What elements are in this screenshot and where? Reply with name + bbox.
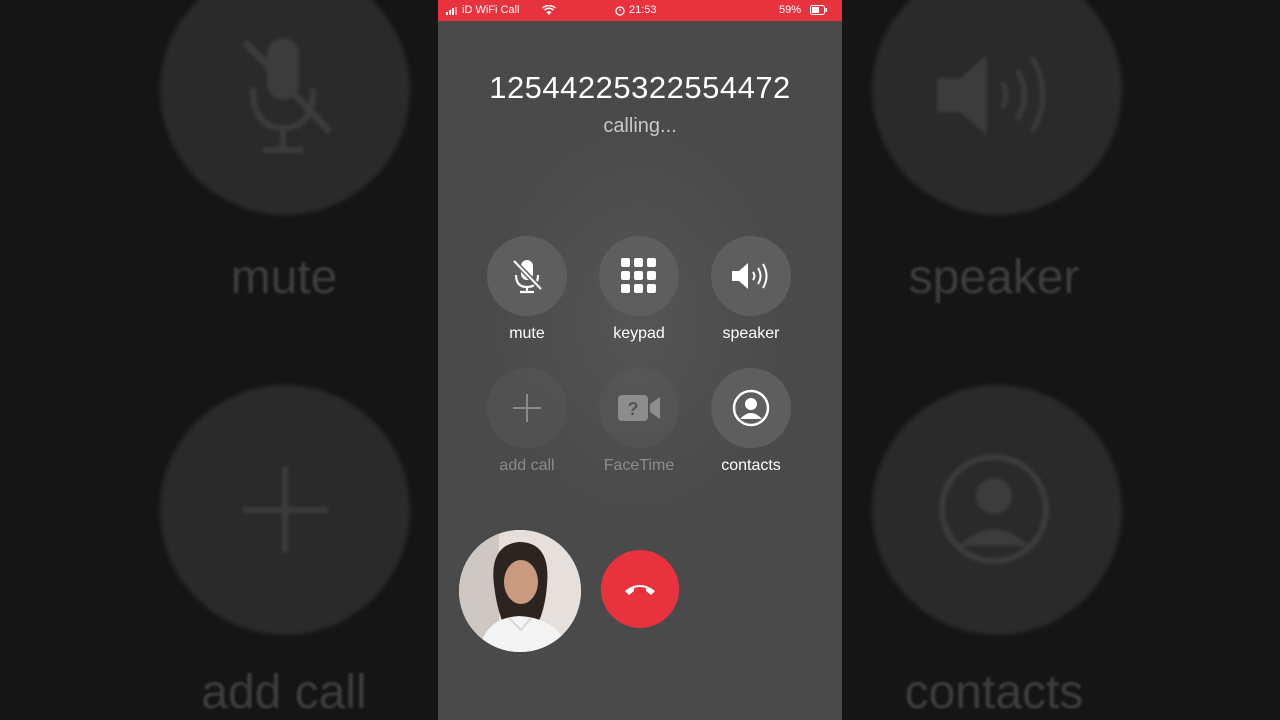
facetime-icon: ? [618, 395, 660, 421]
facetime-button[interactable]: ? [599, 368, 679, 448]
alarm-icon [615, 6, 625, 16]
bg-plus-icon [243, 467, 328, 552]
signal-icon [446, 7, 457, 15]
add-call-label: add call [499, 457, 555, 474]
mute-label: mute [509, 325, 545, 342]
bg-speaker-icon [937, 55, 1046, 135]
caller-video-thumbnail[interactable] [459, 530, 581, 652]
person-image [459, 530, 581, 652]
background-right-panel: speaker contacts [842, 0, 1280, 720]
keypad-label: keypad [613, 325, 665, 342]
plus-icon [513, 394, 541, 422]
wifi-icon [542, 5, 556, 15]
mute-icon [512, 259, 543, 294]
phone-call-screen: iD WiFi Call 21:53 59% 12544225322554472… [438, 0, 842, 720]
contacts-icon [732, 389, 770, 427]
contacts-label: contacts [721, 457, 781, 474]
svg-text:?: ? [628, 399, 639, 419]
bg-add-call-label: add call [201, 666, 367, 719]
phone-number: 12544225322554472 [489, 70, 791, 105]
battery-icon [810, 5, 827, 15]
bg-contacts-icon [939, 454, 1049, 564]
keypad-button[interactable] [599, 236, 679, 316]
call-status: calling... [603, 115, 677, 137]
speaker-icon [732, 263, 768, 289]
speaker-button[interactable] [711, 236, 791, 316]
battery-percent: 59% [779, 4, 802, 16]
contacts-button[interactable] [711, 368, 791, 448]
facetime-label: FaceTime [603, 457, 675, 474]
background-left-panel: mute add call [0, 0, 438, 720]
bg-speaker-label: speaker [908, 251, 1080, 304]
clock-label: 21:53 [629, 4, 657, 16]
speaker-label: speaker [722, 325, 780, 342]
bg-mute-label: mute [230, 251, 338, 304]
mute-button[interactable] [487, 236, 567, 316]
add-call-button[interactable] [487, 368, 567, 448]
keypad-icon [621, 258, 656, 293]
bg-contacts-label: contacts [904, 666, 1084, 719]
status-bar: iD WiFi Call 21:53 59% [438, 0, 842, 21]
carrier-label: iD WiFi Call [462, 4, 520, 16]
hang-up-icon [625, 585, 655, 595]
end-call-button[interactable] [601, 550, 679, 628]
bg-mute-icon [242, 38, 333, 153]
